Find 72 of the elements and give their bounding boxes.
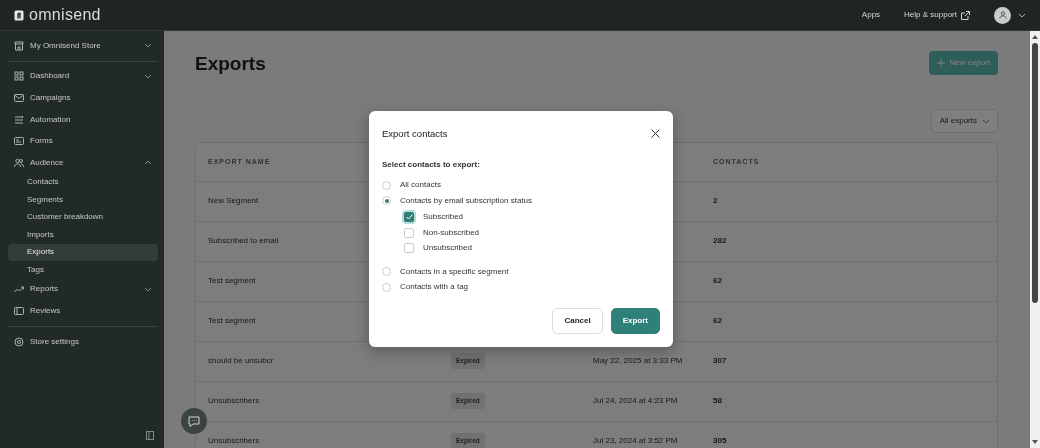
sidebar-item[interactable]: Reports <box>8 278 158 301</box>
option-label: Contacts with a tag <box>400 281 469 294</box>
avatar[interactable] <box>994 6 1011 24</box>
store-selector[interactable]: My Omnisend Store <box>8 35 158 57</box>
option-label: Non-subscribed <box>423 226 480 239</box>
close-button[interactable] <box>651 129 660 139</box>
sidebar-item[interactable]: Automation <box>8 108 158 131</box>
table-cell: 282 <box>713 235 727 248</box>
filter-dropdown[interactable]: All exports <box>930 108 998 133</box>
form-icon <box>14 136 24 147</box>
export-button[interactable]: Export <box>610 307 660 334</box>
option-label: All contacts <box>400 179 441 192</box>
list-icon <box>14 114 24 125</box>
chevron-down-icon <box>982 117 989 124</box>
table-cell: New Segment <box>208 195 259 208</box>
sidebar-item[interactable]: Contacts <box>8 173 158 192</box>
table-cell: Test segment <box>208 315 256 328</box>
table-cell: Subscribed to email <box>208 235 279 248</box>
chevron-down-icon <box>1018 11 1026 19</box>
nav-link[interactable]: Help & support <box>904 9 970 21</box>
table-cell: Jul 24, 2024 at 4:23 PM <box>593 395 678 408</box>
table-cell: should be unsubcr <box>208 355 274 368</box>
brand-name: omnisend <box>29 5 101 25</box>
sidebar-item[interactable]: Customer breakdown <box>8 208 158 227</box>
chat-button[interactable] <box>181 408 207 434</box>
table-cell: 305 <box>713 435 727 448</box>
checkmark-icon <box>405 214 413 221</box>
sidebar-item[interactable]: Exports <box>8 243 158 262</box>
sidebar-item[interactable]: Store settings <box>8 330 158 353</box>
table-cell: May 22, 2025 at 3:33 PM <box>593 355 683 368</box>
envelope-icon <box>14 93 24 103</box>
table-cell: Jul 23, 2024 at 3:52 PM <box>593 435 678 448</box>
option-label: Unsubscribed <box>423 242 472 255</box>
table-cell: Unsubscribers <box>208 395 260 408</box>
window-icon <box>14 305 24 316</box>
sidebar-item[interactable]: Tags <box>8 261 158 279</box>
sidebar-item[interactable]: Reviews <box>8 300 158 322</box>
sidebar-item[interactable]: Audience <box>8 151 158 174</box>
chat-icon <box>188 415 200 427</box>
nav-link[interactable]: Apps <box>861 9 881 21</box>
prompt-label: Select contacts to export: <box>382 159 481 172</box>
checkbox[interactable] <box>404 212 414 223</box>
table-cell: 307 <box>713 355 727 368</box>
dashboard-icon <box>14 71 24 82</box>
plus-icon <box>936 59 945 67</box>
store-icon <box>14 40 24 51</box>
close-icon <box>651 129 660 139</box>
scrollbar[interactable] <box>1030 31 1040 448</box>
people-icon <box>14 157 24 168</box>
table-cell: 2 <box>713 195 718 208</box>
trend-icon <box>14 284 24 295</box>
sidebar-item[interactable]: Segments <box>8 191 158 209</box>
option-label: Contacts in a specific segment <box>400 265 509 278</box>
table-cell: Unsubscribers <box>208 435 260 448</box>
table-cell: Test segment <box>208 275 256 288</box>
table-cell: 62 <box>713 275 722 288</box>
cancel-button[interactable]: Cancel <box>552 307 603 334</box>
sidebar-item[interactable]: Imports <box>8 226 158 244</box>
option-label: Subscribed <box>423 211 464 224</box>
page-title: Exports <box>195 53 266 76</box>
logo-icon <box>14 9 24 21</box>
sidebar-item[interactable]: Forms <box>8 130 158 152</box>
table-cell: 58 <box>713 395 722 408</box>
chevron-down-icon <box>144 42 152 50</box>
option-label: Contacts by email subscription status <box>400 194 533 207</box>
gear-icon <box>14 336 24 347</box>
collapse-sidebar-icon[interactable] <box>146 431 154 440</box>
sidebar-item[interactable]: Campaigns <box>8 87 158 109</box>
user-icon <box>998 11 1007 19</box>
table-cell: 62 <box>713 315 722 328</box>
sidebar-item[interactable]: Dashboard <box>8 65 158 88</box>
modal-title: Export contacts <box>382 128 448 140</box>
